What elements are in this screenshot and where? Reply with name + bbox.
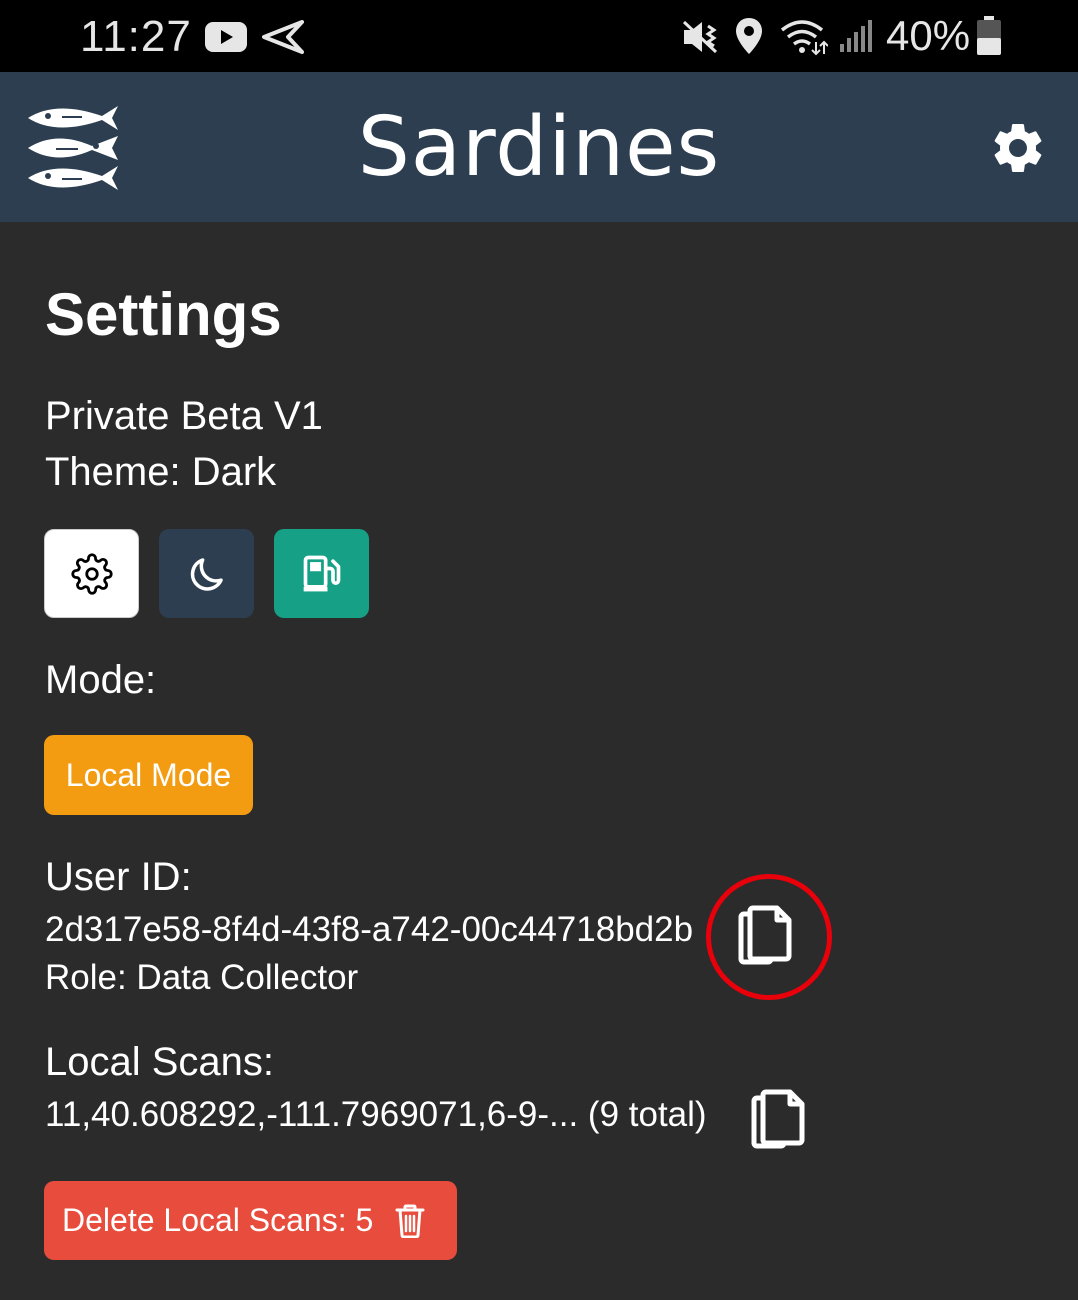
highlight-circle [706,874,832,1000]
copy-local-scans-icon[interactable] [748,1086,808,1152]
local-scans-value: 11,40.608292,-111.7969071,6-9-... (9 tot… [45,1095,707,1134]
gear-icon[interactable] [988,118,1048,178]
gear-icon [70,552,113,595]
theme-light-button[interactable] [44,529,139,618]
wifi-icon [780,20,828,56]
gas-pump-icon [303,555,340,591]
battery-icon [977,16,1001,55]
trash-icon [395,1204,425,1238]
user-id-label: User ID: [45,855,192,899]
status-bar: 11:27 40% [0,0,1078,72]
theme-text: Theme: Dark [45,450,277,494]
role-text: Role: Data Collector [45,958,359,997]
delete-button-label: Delete Local Scans: 5 [62,1202,374,1238]
mode-label: Mode: [45,658,157,702]
app-bar: Sardines [0,72,1078,222]
version-text: Private Beta V1 [45,394,323,438]
moon-icon [190,557,223,591]
location-icon [736,18,762,54]
delete-local-scans-button[interactable]: Delete Local Scans: 5 [44,1181,457,1260]
signal-icon [840,20,872,52]
theme-dark-button[interactable] [159,529,254,618]
theme-fuel-button[interactable] [274,529,369,618]
battery-percentage: 40% [886,12,971,59]
mute-vibrate-icon [682,20,718,54]
page-title: Settings [45,281,282,348]
app-title: Sardines [357,100,721,195]
send-icon [262,20,304,54]
youtube-icon [205,22,247,52]
status-time: 11:27 [80,12,192,61]
local-mode-button[interactable]: Local Mode [44,735,253,815]
local-scans-label: Local Scans: [45,1040,275,1084]
user-id-value: 2d317e58-8f4d-43f8-a742-00c44718bd2b [45,910,694,949]
